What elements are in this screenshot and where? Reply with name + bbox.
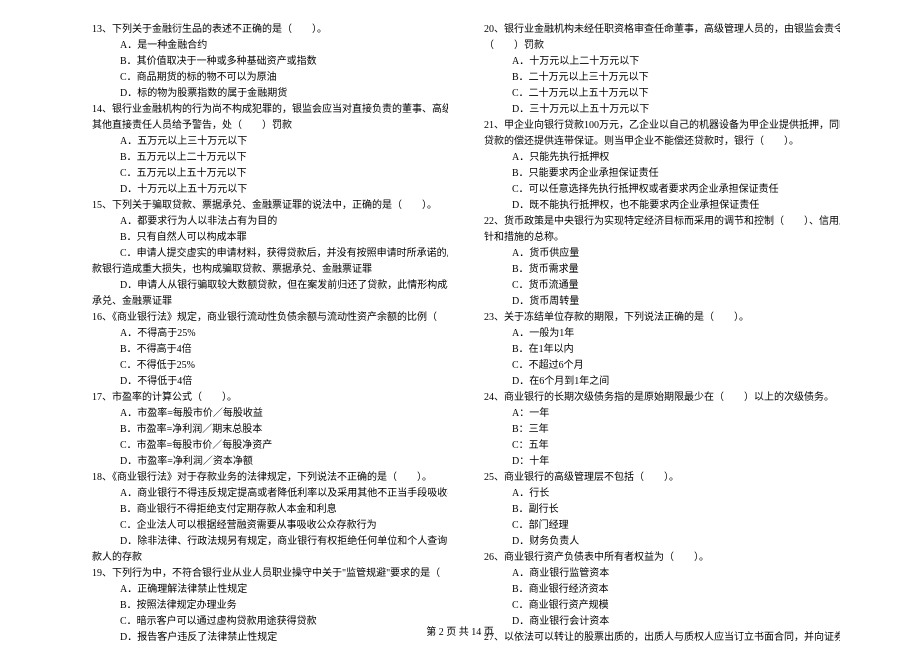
q21-opt-c: C．可以任意选择先执行抵押权或者要求丙企业承担保证责任: [484, 182, 840, 198]
q13-stem: 13、下列关于金融衍生品的表述不正确的是（ ）。: [92, 22, 448, 38]
q15-stem: 15、下列关于骗取贷款、票据承兑、金融票证罪的说法中，正确的是（ ）。: [92, 198, 448, 214]
q22-opt-b: B．货币需求量: [484, 262, 840, 278]
q21-opt-b: B．只能要求丙企业承担保证责任: [484, 166, 840, 182]
q21-opt-d: D．既不能执行抵押权，也不能要求丙企业承担保证责任: [484, 198, 840, 214]
right-column: 20、银行业金融机构未经任职资格审查任命董事，高级管理人员的，由银监会责令改正，…: [484, 22, 840, 646]
q18-opt-d: D．除非法律、行政法规另有规定，商业银行有权拒绝任何单位和个人查询、冻结、扣划存: [92, 534, 448, 550]
q24-opt-d: D：十年: [484, 454, 840, 470]
q16-opt-a: A．不得高于25%: [92, 326, 448, 342]
q22-opt-a: A．货币供应量: [484, 246, 840, 262]
q15-opt-c-cont: 款银行造成重大损失，也构成骗取贷款、票据承兑、金融票证罪: [92, 262, 448, 278]
q19-stem: 19、下列行为中，不符合银行业从业人员职业操守中关于"监管规避"要求的是（ ）。: [92, 566, 448, 582]
q25-opt-d: D．财务负责人: [484, 534, 840, 550]
q20-stem-cont: （ ）罚款: [484, 38, 840, 54]
q25-opt-a: A．行长: [484, 486, 840, 502]
q23-opt-a: A．一般为1年: [484, 326, 840, 342]
q17-stem: 17、市盈率的计算公式（ ）。: [92, 390, 448, 406]
q24-opt-c: C：五年: [484, 438, 840, 454]
q17-opt-b: B．市盈率=净利润／期末总股本: [92, 422, 448, 438]
q13-opt-c: C．商品期货的标的物不可以为原油: [92, 70, 448, 86]
q23-opt-b: B．在1年以内: [484, 342, 840, 358]
q17-opt-c: C．市盈率=每股市价／每股净资产: [92, 438, 448, 454]
q26-opt-a: A．商业银行监管资本: [484, 566, 840, 582]
q17-opt-a: A．市盈率=每股市价／每股收益: [92, 406, 448, 422]
q26-opt-b: B．商业银行经济资本: [484, 582, 840, 598]
q16-stem: 16、《商业银行法》规定，商业银行流动性负债余额与流动性资产余额的比例（ ）。: [92, 310, 448, 326]
q15-opt-b: B．只有自然人可以构成本罪: [92, 230, 448, 246]
q20-opt-a: A．十万元以上二十万元以下: [484, 54, 840, 70]
q18-opt-a: A．商业银行不得违反规定提高或者降低利率以及采用其他不正当手段吸收存款: [92, 486, 448, 502]
q26-opt-c: C．商业银行资产规模: [484, 598, 840, 614]
q20-opt-c: C．二十万元以上五十万元以下: [484, 86, 840, 102]
q16-opt-c: C．不得低于25%: [92, 358, 448, 374]
q17-opt-d: D．市盈率=净利润／资本净额: [92, 454, 448, 470]
q14-stem-cont: 其他直接责任人员给予警告，处（ ）罚款: [92, 118, 448, 134]
q26-stem: 26、商业银行资产负债表中所有者权益为（ ）。: [484, 550, 840, 566]
q18-stem: 18、《商业银行法》对于存款业务的法律规定，下列说法不正确的是（ ）。: [92, 470, 448, 486]
q16-opt-d: D．不得低于4倍: [92, 374, 448, 390]
q22-opt-c: C．货币流通量: [484, 278, 840, 294]
q18-opt-b: B．商业银行不得拒绝支付定期存款人本金和利息: [92, 502, 448, 518]
q25-opt-b: B．副行长: [484, 502, 840, 518]
q14-opt-a: A．五万元以上三十万元以下: [92, 134, 448, 150]
q21-opt-a: A．只能先执行抵押权: [484, 150, 840, 166]
q22-opt-d: D．货币周转量: [484, 294, 840, 310]
q14-opt-d: D．十万元以上五十万元以下: [92, 182, 448, 198]
q14-opt-b: B．五万元以上二十万元以下: [92, 150, 448, 166]
q13-opt-a: A．是一种金融合约: [92, 38, 448, 54]
q13-opt-b: B．其价值取决于一种或多种基础资产或指数: [92, 54, 448, 70]
q15-opt-c: C．申请人提交虚实的申请材料，获得贷款后，并没有按照申请时所承诺的用途使用，给贷: [92, 246, 448, 262]
left-column: 13、下列关于金融衍生品的表述不正确的是（ ）。 A．是一种金融合约 B．其价值…: [92, 22, 448, 646]
q22-stem-cont: 针和措施的总称。: [484, 230, 840, 246]
q14-opt-c: C．五万元以上五十万元以下: [92, 166, 448, 182]
q24-opt-b: B：三年: [484, 422, 840, 438]
q16-opt-b: B．不得高于4倍: [92, 342, 448, 358]
q15-opt-d: D．申请人从银行骗取较大数额贷款，但在案发前归还了贷款，此情形构成骗取贷款、票据: [92, 278, 448, 294]
q14-stem: 14、银行业金融机构的行为尚不构成犯罪的，银监会应当对直接负责的董事、高级管理人…: [92, 102, 448, 118]
q24-stem: 24、商业银行的长期次级债务指的是原始期限最少在（ ）以上的次级债务。: [484, 390, 840, 406]
q19-opt-b: B．按照法律规定办理业务: [92, 598, 448, 614]
q25-opt-c: C．部门经理: [484, 518, 840, 534]
q20-opt-d: D．三十万元以上五十万元以下: [484, 102, 840, 118]
q21-stem: 21、甲企业向银行贷款100万元，乙企业以自己的机器设备为甲企业提供抵押，同时丙…: [484, 118, 840, 134]
page-footer: 第 2 页 共 14 页: [0, 623, 920, 638]
q23-opt-d: D．在6个月到1年之间: [484, 374, 840, 390]
q25-stem: 25、商业银行的高级管理层不包括（ ）。: [484, 470, 840, 486]
q24-opt-a: A：一年: [484, 406, 840, 422]
q13-opt-d: D．标的物为股票指数的属于金融期货: [92, 86, 448, 102]
q15-opt-d-cont: 承兑、金融票证罪: [92, 294, 448, 310]
q20-stem: 20、银行业金融机构未经任职资格审查任命董事，高级管理人员的，由银监会责令改正，…: [484, 22, 840, 38]
page-columns: 13、下列关于金融衍生品的表述不正确的是（ ）。 A．是一种金融合约 B．其价值…: [92, 22, 840, 646]
q23-opt-c: C．不超过6个月: [484, 358, 840, 374]
q18-opt-d-cont: 款人的存款: [92, 550, 448, 566]
q20-opt-b: B．二十万元以上三十万元以下: [484, 70, 840, 86]
q23-stem: 23、关于冻结单位存款的期限，下列说法正确的是（ ）。: [484, 310, 840, 326]
q19-opt-a: A．正确理解法律禁止性规定: [92, 582, 448, 598]
q22-stem: 22、货币政策是中央银行为实现特定经济目标而采用的调节和控制（ ）、信用及利率的…: [484, 214, 840, 230]
q18-opt-c: C．企业法人可以根据经营融资需要从事吸收公众存款行为: [92, 518, 448, 534]
q21-stem-cont: 贷款的偿还提供连带保证。则当甲企业不能偿还贷款时，银行（ ）。: [484, 134, 840, 150]
q15-opt-a: A．都要求行为人以非法占有为目的: [92, 214, 448, 230]
